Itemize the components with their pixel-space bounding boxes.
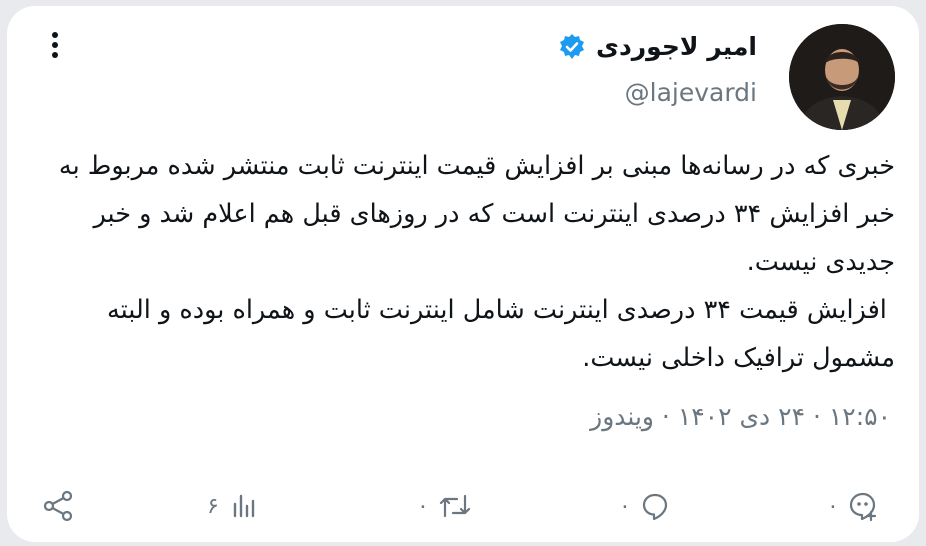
share-icon xyxy=(43,490,73,522)
action-bar: ۰ ۰ ۰ ۶ xyxy=(7,484,919,532)
verified-badge-icon xyxy=(560,33,585,59)
views-chart-icon xyxy=(233,494,255,518)
share-action[interactable] xyxy=(41,484,75,528)
more-options-icon[interactable] xyxy=(47,28,63,64)
avatar[interactable] xyxy=(789,24,895,130)
tweet-timestamp[interactable]: ۱۲:۵۰ · ۲۴ دی ۱۴۰۲ · ویندوز xyxy=(590,402,891,431)
comment-count: ۰ xyxy=(619,493,631,519)
author-name[interactable]: امیر لاجوردی xyxy=(596,32,757,61)
comment-action[interactable]: ۰ xyxy=(619,484,671,528)
author-handle[interactable]: @lajevardi xyxy=(625,78,757,107)
reply-add-icon xyxy=(849,492,876,522)
profile-photo-icon xyxy=(789,24,895,130)
tweet-text: خبری که در رسانه‌ها مبنی بر افزایش قیمت … xyxy=(58,151,895,373)
retweet-action[interactable]: ۰ xyxy=(417,484,473,528)
reply-count: ۰ xyxy=(827,493,839,519)
comment-bubble-icon xyxy=(642,493,667,521)
reply-action[interactable]: ۰ xyxy=(827,484,879,528)
views-action[interactable]: ۶ xyxy=(207,484,259,528)
retweet-count: ۰ xyxy=(417,493,429,519)
author-name-row: امیر لاجوردی xyxy=(558,32,757,61)
tweet-card: امیر لاجوردی @lajevardi خبری که در رسانه… xyxy=(7,6,919,542)
retweet-icon xyxy=(439,494,470,518)
views-count: ۶ xyxy=(207,493,219,519)
